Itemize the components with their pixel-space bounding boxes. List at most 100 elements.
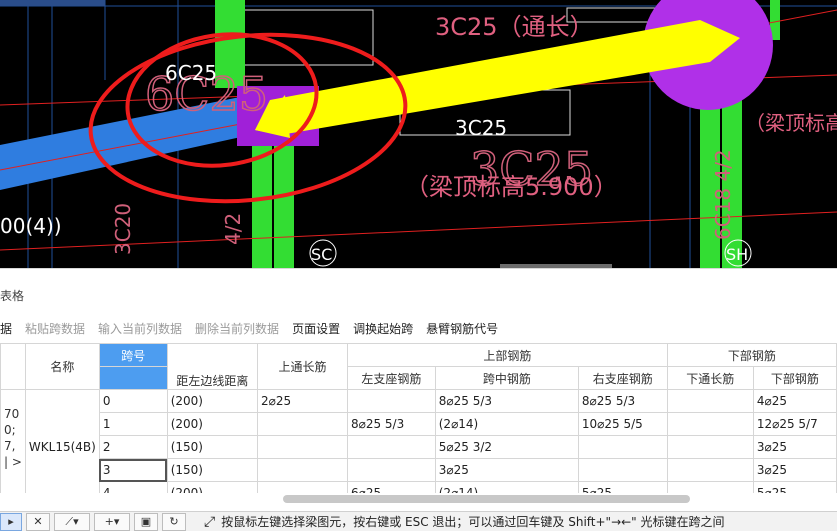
dist-cell[interactable]: (150) (166, 435, 259, 459)
beam-label-6c25: 6C25 (165, 61, 217, 85)
bottom-partial-cell[interactable]: 12⌀25 5/7 (752, 412, 837, 436)
left-partial-label: 00(4)) (0, 214, 62, 238)
left-info-line: 7, (4, 439, 16, 453)
header-bottom-through[interactable]: 下通长筋 (666, 366, 754, 390)
column-vertical-label-mid: 4/2 (221, 213, 245, 245)
left-info-line: 0; (4, 423, 16, 437)
bottom-partial-cell[interactable]: 5⌀25 (752, 481, 837, 493)
table-toolbar: 据 粘贴跨数据 输入当前列数据 删除当前列数据 页面设置 调换起始跨 悬臂钢筋代… (0, 317, 511, 339)
toolbar-cantilever-code[interactable]: 悬臂钢筋代号 (426, 320, 498, 337)
marker-sh: SH (726, 245, 748, 264)
bottom-partial-cell[interactable]: 3⌀25 (752, 458, 837, 482)
span-cell[interactable]: 1 (98, 412, 168, 436)
app-window: 6C25 3C25 6C25 3C25（通长） 3C25 （梁顶标高5.900）… (0, 0, 837, 531)
span-cell[interactable]: 2 (98, 435, 168, 459)
status-bar: ▸ ✕ ⟋▾ +▾ ▣ ↻ ⤢ 按鼠标左键选择梁图元，按右键或 ESC 退出；可… (0, 511, 837, 531)
top-through-cell[interactable] (257, 481, 348, 493)
header-spacer (0, 343, 26, 390)
table-row[interactable]: 70 0; 7, | > WKL15(4B) 0 (200) 2⌀25 8⌀25… (0, 389, 837, 493)
toolbar-input-column-data[interactable]: 输入当前列数据 (98, 320, 182, 337)
header-bottom-partial[interactable]: 下部钢筋 (752, 366, 837, 390)
header-top-through[interactable]: 上通长筋 (257, 343, 348, 390)
resize-arrow-icon: ⤢ (204, 513, 216, 530)
add-point-icon[interactable]: +▾ (94, 512, 130, 531)
mid-span-cell[interactable]: 8⌀25 5/3 (434, 389, 579, 413)
left-info-cell: 70 0; 7, | > (0, 389, 26, 493)
header-span-no[interactable]: 跨号 (98, 343, 168, 367)
right-support-cell[interactable]: 8⌀25 5/3 (577, 389, 668, 413)
toolbar-data-button[interactable]: 据 (0, 320, 12, 337)
left-info-line: 70 (4, 407, 20, 421)
beam-elevation-label: （梁顶标高5.900） (405, 173, 618, 201)
titlebar-fragment (0, 0, 105, 6)
toolbar-swap-start-span[interactable]: 调换起始跨 (353, 320, 413, 337)
beam-label-middle: 3C25 (455, 116, 507, 140)
rebar-table: 名称 跨号 距左边线距离 上通长筋 上部钢筋 下部钢筋 左支座钢筋 跨中钢筋 右… (0, 343, 837, 493)
copy-icon[interactable]: ▣ (134, 512, 158, 531)
bottom-through-cell[interactable] (666, 412, 754, 436)
mid-span-cell[interactable]: (2⌀14) (434, 481, 579, 493)
mid-span-cell[interactable]: (2⌀14) (434, 412, 579, 436)
top-through-cell[interactable]: 2⌀25 (257, 389, 348, 413)
left-support-cell[interactable]: 8⌀25 5/3 (346, 412, 436, 436)
header-right-support[interactable]: 右支座钢筋 (577, 366, 668, 390)
header-name[interactable]: 名称 (24, 343, 100, 390)
cad-drawing: 6C25 3C25 6C25 3C25（通长） 3C25 （梁顶标高5.900）… (0, 0, 837, 268)
top-through-cell[interactable] (257, 458, 348, 482)
header-top-group: 上部钢筋 (346, 343, 668, 367)
cad-canvas[interactable]: 6C25 3C25 6C25 3C25（通长） 3C25 （梁顶标高5.900）… (0, 0, 837, 268)
bottom-through-cell[interactable] (666, 389, 754, 413)
header-span-no-sub (98, 366, 168, 390)
table-row[interactable]: 4 (200) 6⌀25 (2⌀14) 5⌀25 5⌀25 (1, 481, 837, 493)
bottom-through-cell[interactable] (666, 435, 754, 459)
mid-span-cell[interactable]: 3⌀25 (434, 458, 579, 482)
bottom-partial-cell[interactable]: 3⌀25 (752, 435, 837, 459)
rotate-icon[interactable]: ↻ (162, 512, 186, 531)
table-row[interactable]: 1 (200) 8⌀25 5/3 (2⌀14) 10⌀25 5/5 12⌀25 … (1, 412, 837, 436)
mid-span-cell[interactable]: 5⌀25 3/2 (434, 435, 579, 459)
rebar-grid: 名称 跨号 距左边线距离 上通长筋 上部钢筋 下部钢筋 左支座钢筋 跨中钢筋 右… (0, 343, 837, 493)
bottom-partial-cell[interactable]: 4⌀25 (752, 389, 837, 413)
left-support-cell[interactable] (346, 458, 436, 482)
table-row[interactable]: 2 (150) 5⌀25 3/2 3⌀25 (1, 435, 837, 459)
dist-cell[interactable]: (200) (166, 481, 259, 493)
cross-select-icon[interactable]: ✕ (26, 512, 50, 531)
right-support-cell[interactable] (577, 458, 668, 482)
column-vertical-label-right: 6C18 4/2 (711, 149, 735, 240)
right-support-cell[interactable] (577, 435, 668, 459)
rebar-table-panel: 表格 据 粘贴跨数据 输入当前列数据 删除当前列数据 页面设置 调换起始跨 悬臂… (0, 268, 837, 511)
bottom-through-cell[interactable] (666, 458, 754, 482)
draw-line-icon[interactable]: ⟋▾ (54, 512, 90, 531)
top-through-cell[interactable] (257, 412, 348, 436)
top-through-cell[interactable] (257, 435, 348, 459)
pointer-mode-icon[interactable]: ▸ (0, 512, 22, 531)
table-row[interactable]: 3 (150) 3⌀25 3⌀25 (1, 458, 837, 482)
horizontal-scrollbar[interactable] (283, 495, 690, 503)
span-cell-selected[interactable]: 3 (98, 458, 168, 482)
left-info-line: | > (4, 455, 22, 469)
beam-label-top: 3C25（通长） (435, 13, 594, 41)
right-elevation-label: （梁顶标高 (745, 111, 837, 135)
dist-cell[interactable]: (150) (166, 458, 259, 482)
toolbar-page-setup[interactable]: 页面设置 (292, 320, 340, 337)
dist-cell[interactable]: (200) (166, 389, 259, 413)
bottom-through-cell[interactable] (666, 481, 754, 493)
toolbar-paste-span-data[interactable]: 粘贴跨数据 (25, 320, 85, 337)
panel-title: 表格 (0, 289, 25, 303)
dist-cell[interactable]: (200) (166, 412, 259, 436)
span-cell[interactable]: 4 (98, 481, 168, 493)
header-left-edge-dist[interactable]: 距左边线距离 (166, 343, 259, 390)
right-support-cell[interactable]: 5⌀25 (577, 481, 668, 493)
header-mid-span[interactable]: 跨中钢筋 (434, 366, 579, 390)
header-left-support[interactable]: 左支座钢筋 (346, 366, 436, 390)
status-text: 按鼠标左键选择梁图元，按右键或 ESC 退出；可以通过回车键及 Shift+"→… (221, 515, 725, 529)
left-support-cell[interactable] (346, 435, 436, 459)
toolbar-delete-column-data[interactable]: 删除当前列数据 (195, 320, 279, 337)
marker-sc: SC (311, 245, 332, 264)
right-support-cell[interactable]: 10⌀25 5/5 (577, 412, 668, 436)
column-vertical-label-left: 3C20 (111, 203, 135, 255)
left-support-cell[interactable]: 6⌀25 (346, 481, 436, 493)
beam-name-cell[interactable]: WKL15(4B) (24, 389, 100, 493)
left-support-cell[interactable] (346, 389, 436, 413)
span-cell[interactable]: 0 (98, 389, 168, 413)
